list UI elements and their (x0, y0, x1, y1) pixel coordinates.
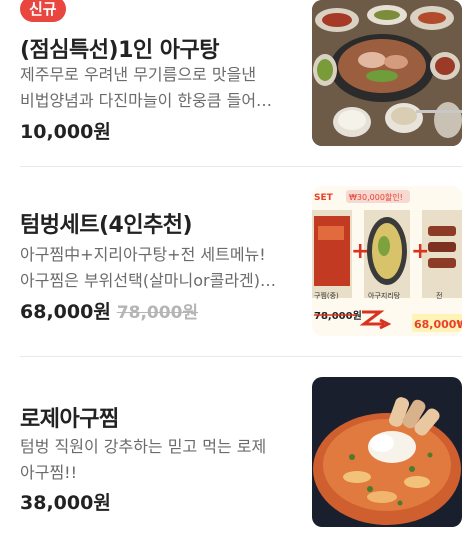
board-card-label: 전 (436, 291, 442, 300)
menu-item-description: 제주무로 우려낸 무기름으로 맛을낸 비법양념과 다진마늘이 한웅큼 들어… (20, 62, 292, 114)
menu-item-title: 로제아구찜 (20, 407, 119, 432)
board-card-label: 아구지리탕 (368, 291, 401, 300)
description-line: 텀벙 직원이 강추하는 믿고 먹는 로제 (20, 437, 267, 456)
menu-list: 신규 (점심특선)1인 아구탕 제주무로 우려낸 무기름으로 맛을낸 비법양념과… (0, 0, 470, 533)
board-new-price: 68,000₩ (414, 318, 462, 331)
menu-item-price: 68,000원 78,000원 (20, 297, 198, 324)
agu-soup-set-photo (312, 0, 462, 146)
menu-item-price: 10,000원 (20, 121, 111, 143)
description-line: 아구찜中+지리아구탕+전 세트메뉴! (20, 245, 266, 264)
tumbeong-set-menu-board: SET ₩30,000할인! + + 구찜(중) 아구지리탕 전 78,000원… (312, 186, 462, 336)
description-line: 제주무로 우려낸 무기름으로 맛을낸 (20, 65, 257, 84)
menu-item-title: 텀벙세트(4인추천) (20, 213, 193, 238)
menu-item-photo[interactable] (312, 377, 462, 527)
menu-item-price: 38,000원 (20, 492, 111, 514)
menu-item[interactable]: 로제아구찜 텀벙 직원이 강추하는 믿고 먹는 로제 아구찜!! 38,000원 (0, 356, 470, 533)
description-line: 비법양념과 다진마늘이 한웅큼 들어… (20, 91, 273, 110)
menu-item-photo[interactable] (312, 0, 462, 146)
svg-text:+: + (351, 239, 369, 264)
description-line: 아구찜은 부위선택(살마니or콜라겐)… (20, 271, 277, 290)
sale-price: 68,000원 (20, 301, 111, 323)
svg-text:+: + (411, 239, 429, 264)
menu-item[interactable]: 텀벙세트(4인추천) 아구찜中+지리아구탕+전 세트메뉴! 아구찜은 부위선택(… (0, 166, 470, 356)
menu-item-title: (점심특선)1인 아구탕 (20, 38, 220, 63)
menu-item-description: 아구찜中+지리아구탕+전 세트메뉴! 아구찜은 부위선택(살마니or콜라겐)… (20, 242, 292, 294)
new-badge: 신규 (20, 0, 66, 22)
board-promo: ₩30,000할인! (349, 192, 403, 202)
original-price: 78,000원 (116, 303, 199, 323)
menu-item-photo[interactable]: SET ₩30,000할인! + + 구찜(중) 아구지리탕 전 78,000원… (312, 186, 462, 336)
board-set-label: SET (314, 193, 334, 203)
rose-agujjim-photo (312, 377, 462, 527)
board-card-label: 구찜(중) (314, 291, 339, 300)
menu-item-description: 텀벙 직원이 강추하는 믿고 먹는 로제 아구찜!! (20, 434, 292, 486)
description-line: 아구찜!! (20, 463, 77, 482)
menu-item[interactable]: 신규 (점심특선)1인 아구탕 제주무로 우려낸 무기름으로 맛을낸 비법양념과… (0, 0, 470, 166)
